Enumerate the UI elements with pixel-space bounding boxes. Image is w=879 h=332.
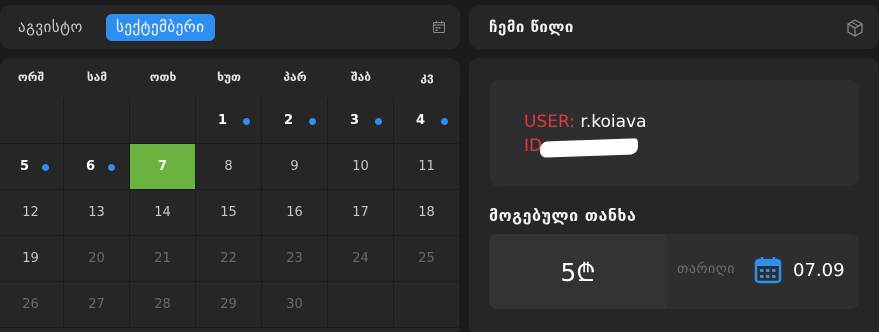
day-number: 10 xyxy=(352,159,369,174)
calendar-date-icon xyxy=(754,257,782,284)
won-amount-label: მოგებული თანხა xyxy=(489,206,637,225)
weekday-label: სამ xyxy=(86,70,108,84)
share-panel: USER: r.koiava ID: მოგებული თანხა 5₾ თარ… xyxy=(469,58,879,332)
day-number: 24 xyxy=(352,251,369,266)
user-card: USER: r.koiava ID: xyxy=(490,80,859,186)
day-cell[interactable]: 6 xyxy=(64,144,130,190)
prev-month-tab[interactable]: აგვისტო xyxy=(18,18,83,36)
day-cell: 28 xyxy=(130,282,196,328)
day-number: 20 xyxy=(88,251,105,266)
day-number: 16 xyxy=(286,205,303,220)
day-number: 25 xyxy=(418,251,435,266)
day-cell[interactable]: 3 xyxy=(328,98,394,144)
won-card: 5₾ თარიღი 07.09 xyxy=(489,234,859,309)
day-number: 28 xyxy=(154,297,171,312)
empty-day-cell xyxy=(394,282,460,328)
day-number: 22 xyxy=(220,251,237,266)
empty-day-cell xyxy=(0,98,64,144)
empty-day-cell xyxy=(130,98,196,144)
day-number: 12 xyxy=(22,205,39,220)
day-cell: 21 xyxy=(130,236,196,282)
username: r.koiava xyxy=(580,112,647,132)
day-number: 29 xyxy=(220,297,237,312)
won-amount: 5₾ xyxy=(560,258,596,287)
played-dot-icon xyxy=(42,164,49,171)
day-cell: 26 xyxy=(0,282,64,328)
day-cell: 27 xyxy=(64,282,130,328)
day-cell[interactable]: 18 xyxy=(394,190,460,236)
day-cell[interactable]: 8 xyxy=(196,144,262,190)
user-row: USER: r.koiava xyxy=(524,112,647,132)
played-dot-icon xyxy=(108,164,115,171)
day-cell[interactable]: 5 xyxy=(0,144,64,190)
weekday-label: პარ xyxy=(283,70,307,84)
day-cell: 24 xyxy=(328,236,394,282)
day-cell: 25 xyxy=(394,236,460,282)
calendar-icon[interactable] xyxy=(433,21,445,33)
played-dot-icon xyxy=(309,118,316,125)
calendar-header: აგვისტო სექტემბერი xyxy=(0,5,460,49)
day-cell[interactable]: 4 xyxy=(394,98,460,144)
played-dot-icon xyxy=(243,118,250,125)
day-cell[interactable]: 10 xyxy=(328,144,394,190)
day-number: 13 xyxy=(88,205,105,220)
day-cell[interactable]: 13 xyxy=(64,190,130,236)
day-number: 8 xyxy=(224,159,233,174)
day-cell[interactable]: 9 xyxy=(262,144,328,190)
day-cell[interactable]: 11 xyxy=(394,144,460,190)
weekday-label: ორშ xyxy=(17,70,45,84)
day-cell[interactable]: 12 xyxy=(0,190,64,236)
day-cell: 20 xyxy=(64,236,130,282)
day-cell[interactable]: 15 xyxy=(196,190,262,236)
cube-icon xyxy=(847,19,863,37)
weekday-label: ოთხ xyxy=(149,70,177,84)
date-label: თარიღი xyxy=(677,261,735,277)
share-header: ჩემი წილი xyxy=(469,5,879,49)
id-redaction xyxy=(539,138,639,158)
played-dot-icon xyxy=(375,118,382,125)
day-number: 11 xyxy=(418,159,435,174)
day-cell[interactable]: 16 xyxy=(262,190,328,236)
day-number: 21 xyxy=(154,251,171,266)
day-number: 18 xyxy=(418,205,435,220)
day-number: 30 xyxy=(286,297,303,312)
weekday-label: კვ xyxy=(420,70,434,84)
played-dot-icon xyxy=(441,118,448,125)
weekday-row: ორშ სამ ოთხ ხუთ პარ შაბ კვ xyxy=(0,58,460,98)
day-cell-today[interactable]: 7 xyxy=(130,144,196,190)
day-number: 9 xyxy=(290,159,299,174)
amount-box: 5₾ xyxy=(489,234,667,309)
weekday-label: შაბ xyxy=(350,70,372,84)
day-number: 7 xyxy=(157,159,168,174)
day-cell[interactable]: 2 xyxy=(262,98,328,144)
day-cell[interactable]: 1 xyxy=(196,98,262,144)
day-cell[interactable]: 19 xyxy=(0,236,64,282)
user-label: USER: xyxy=(524,112,575,132)
share-title: ჩემი წილი xyxy=(489,18,574,36)
empty-day-cell xyxy=(64,98,130,144)
day-number: 15 xyxy=(220,205,237,220)
day-number: 26 xyxy=(22,297,39,312)
day-number: 23 xyxy=(286,251,303,266)
day-number: 14 xyxy=(154,205,171,220)
day-cell: 22 xyxy=(196,236,262,282)
calendar-grid-panel: ორშ სამ ოთხ ხუთ პარ შაბ კვ 1 2 3 4 5 6 7 8 9 10 11 12 13 14… xyxy=(0,58,460,332)
day-cell: 29 xyxy=(196,282,262,328)
day-number: 17 xyxy=(352,205,369,220)
weekday-label: ხუთ xyxy=(217,70,241,84)
empty-day-cell xyxy=(328,282,394,328)
date-value: 07.09 xyxy=(793,260,845,281)
day-cell: 23 xyxy=(262,236,328,282)
day-number: 27 xyxy=(88,297,105,312)
day-number: 19 xyxy=(22,251,39,266)
day-cell: 30 xyxy=(262,282,328,328)
current-month-tab[interactable]: სექტემბერი xyxy=(106,14,215,41)
day-cell[interactable]: 17 xyxy=(328,190,394,236)
day-cell[interactable]: 14 xyxy=(130,190,196,236)
